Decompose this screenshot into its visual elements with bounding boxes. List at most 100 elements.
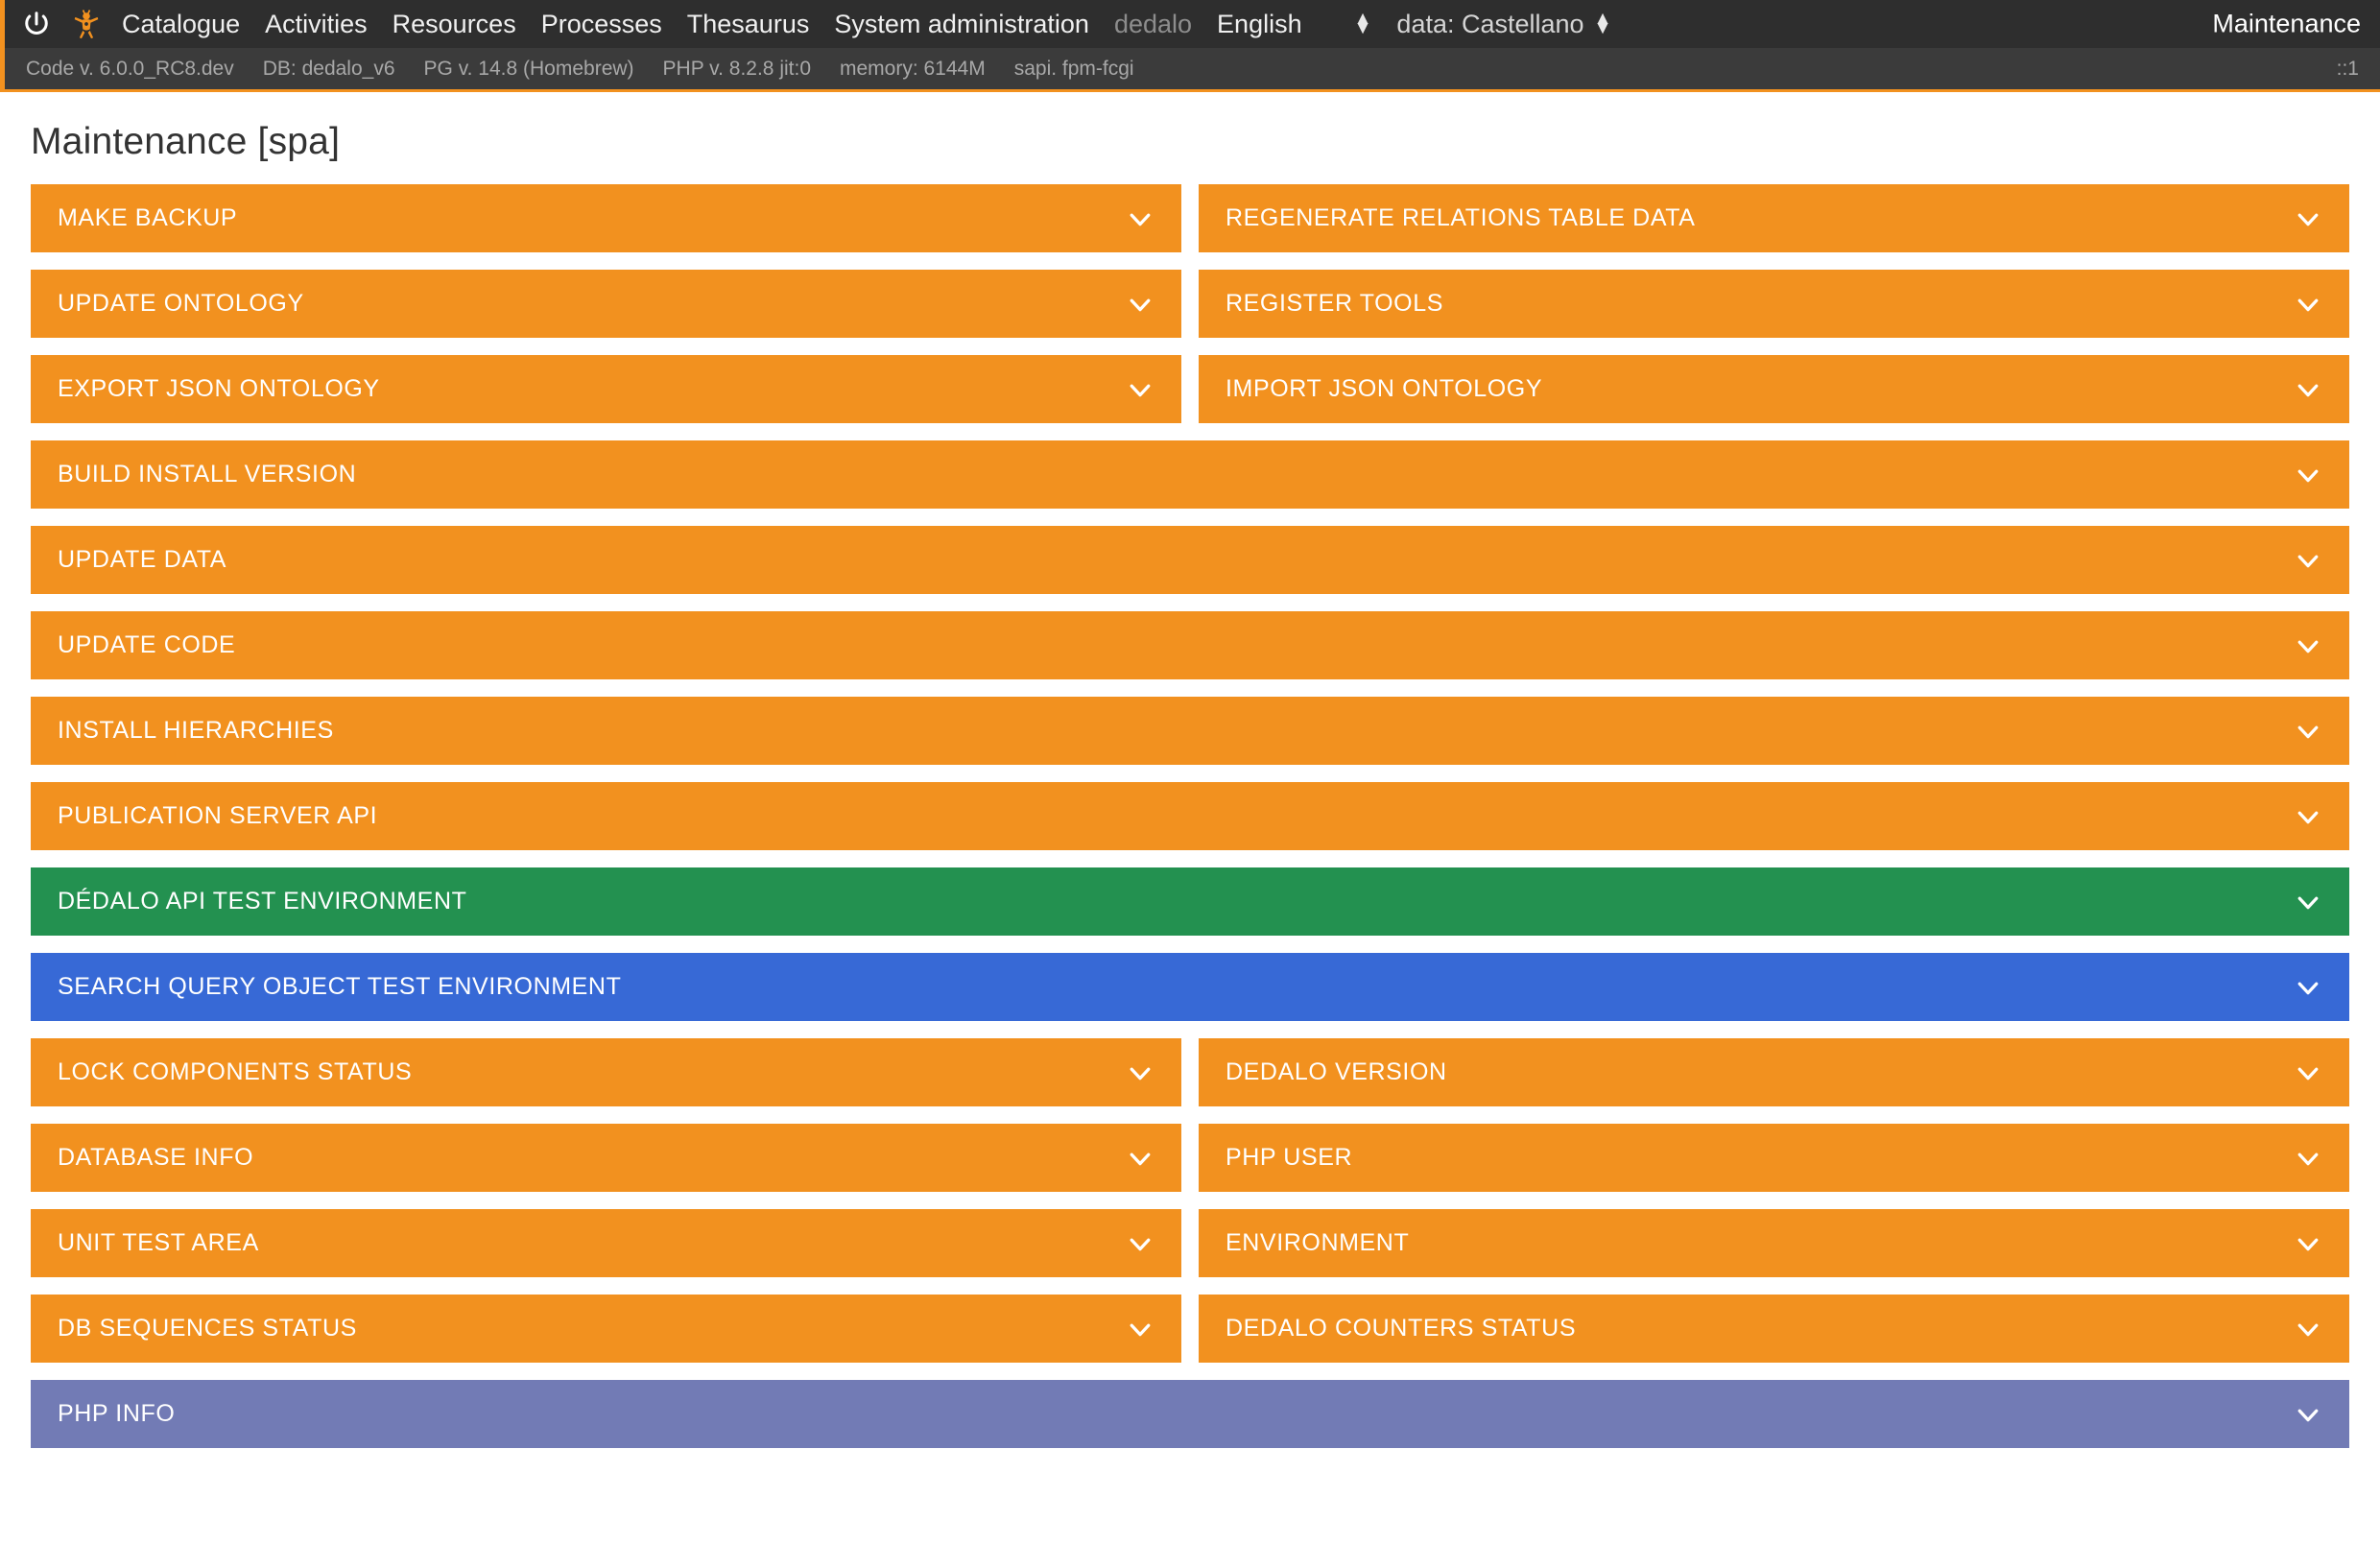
chevron-down-icon[interactable] — [2292, 1398, 2324, 1431]
info-postgres-version: PG v. 14.8 (Homebrew) — [423, 57, 634, 80]
section-label: IMPORT JSON ONTOLOGY — [1226, 375, 1543, 402]
nav-item-processes[interactable]: Processes — [541, 10, 662, 39]
chevron-down-icon[interactable] — [1124, 202, 1156, 235]
down-caret-glyph: ▼ — [1353, 18, 1372, 38]
info-database-name: DB: dedalo_v6 — [262, 57, 395, 80]
chevron-down-icon[interactable] — [2292, 544, 2324, 577]
chevron-down-icon[interactable] — [2292, 715, 2324, 748]
chevron-down-icon[interactable] — [1124, 1227, 1156, 1260]
maintenance-sections-list: MAKE BACKUP REGENERATE RELATIONS TABLE DA… — [31, 184, 2349, 1465]
section-row: MAKE BACKUP REGENERATE RELATIONS TABLE DA… — [31, 184, 2349, 252]
section-label: EXPORT JSON ONTOLOGY — [58, 375, 380, 402]
chevron-down-icon[interactable] — [2292, 202, 2324, 235]
section-toggle-make-backup[interactable]: MAKE BACKUP — [31, 184, 1181, 252]
data-language-selector[interactable]: data: Castellano ▲ ▼ — [1396, 10, 1611, 39]
section-row: SEARCH QUERY OBJECT TEST ENVIRONMENT — [31, 953, 2349, 1021]
section-label: UPDATE ONTOLOGY — [58, 290, 304, 317]
section-row: PUBLICATION SERVER API — [31, 782, 2349, 850]
section-label: LOCK COMPONENTS STATUS — [58, 1058, 413, 1085]
info-memory-limit: memory: 6144M — [840, 57, 986, 80]
info-php-version: PHP v. 8.2.8 jit:0 — [662, 57, 811, 80]
page-body: Maintenance [spa] MAKE BACKUP REGENERATE … — [0, 92, 2380, 1465]
info-sapi: sapi. fpm-fcgi — [1013, 57, 1134, 80]
section-toggle-php-user[interactable]: PHP USER — [1199, 1124, 2349, 1192]
section-label: PHP INFO — [58, 1400, 176, 1427]
section-label: INSTALL HIERARCHIES — [58, 717, 334, 744]
section-toggle-d-dalo-api-test-environment[interactable]: DÉDALO API TEST ENVIRONMENT — [31, 867, 2349, 936]
section-row: EXPORT JSON ONTOLOGY IMPORT JSON ONTOLOGY — [31, 355, 2349, 423]
info-code-version: Code v. 6.0.0_RC8.dev — [26, 57, 234, 80]
chevron-down-icon[interactable] — [1124, 373, 1156, 406]
language-selector[interactable]: English ▲ ▼ — [1217, 10, 1371, 39]
section-row: UNIT TEST AREA ENVIRONMENT — [31, 1209, 2349, 1277]
nav-item-activities[interactable]: Activities — [265, 10, 368, 39]
chevron-down-icon[interactable] — [2292, 1057, 2324, 1089]
data-language-selector-value: data: Castellano — [1396, 9, 1584, 38]
section-row: UPDATE CODE — [31, 611, 2349, 679]
section-toggle-php-info[interactable]: PHP INFO — [31, 1380, 2349, 1448]
chevron-down-icon[interactable] — [1124, 1057, 1156, 1089]
section-label: MAKE BACKUP — [58, 204, 238, 231]
section-toggle-import-json-ontology[interactable]: IMPORT JSON ONTOLOGY — [1199, 355, 2349, 423]
updown-arrows-icon: ▲ ▼ — [1593, 10, 1612, 38]
section-toggle-dedalo-version[interactable]: DEDALO VERSION — [1199, 1038, 2349, 1106]
system-info-bar: Code v. 6.0.0_RC8.dev DB: dedalo_v6 PG v… — [0, 48, 2380, 92]
nav-item-system-administration[interactable]: System administration — [834, 10, 1089, 39]
page-title: Maintenance [spa] — [31, 121, 341, 162]
section-toggle-search-query-object-test-environment[interactable]: SEARCH QUERY OBJECT TEST ENVIRONMENT — [31, 953, 2349, 1021]
section-label: DÉDALO API TEST ENVIRONMENT — [58, 888, 467, 915]
chevron-down-icon[interactable] — [1124, 1142, 1156, 1175]
section-toggle-update-ontology[interactable]: UPDATE ONTOLOGY — [31, 270, 1181, 338]
section-label: SEARCH QUERY OBJECT TEST ENVIRONMENT — [58, 973, 622, 1000]
chevron-down-icon[interactable] — [2292, 373, 2324, 406]
chevron-down-icon[interactable] — [1124, 1313, 1156, 1345]
power-icon[interactable] — [22, 10, 51, 38]
nav-item-user-dedalo[interactable]: dedalo — [1114, 10, 1192, 39]
current-section-label: Maintenance — [2212, 9, 2361, 38]
section-row: LOCK COMPONENTS STATUS DEDALO VERSION — [31, 1038, 2349, 1106]
section-label: PUBLICATION SERVER API — [58, 802, 378, 829]
section-label: DEDALO COUNTERS STATUS — [1226, 1315, 1577, 1342]
info-client-ip: ::1 — [2336, 57, 2359, 80]
section-toggle-regenerate-relations-table-data[interactable]: REGENERATE RELATIONS TABLE DATA — [1199, 184, 2349, 252]
nav-item-resources[interactable]: Resources — [393, 10, 516, 39]
nav-item-catalogue[interactable]: Catalogue — [122, 10, 240, 39]
section-toggle-update-code[interactable]: UPDATE CODE — [31, 611, 2349, 679]
section-toggle-database-info[interactable]: DATABASE INFO — [31, 1124, 1181, 1192]
section-label: REGISTER TOOLS — [1226, 290, 1443, 317]
chevron-down-icon[interactable] — [2292, 1142, 2324, 1175]
section-label: ENVIRONMENT — [1226, 1229, 1410, 1256]
chevron-down-icon[interactable] — [2292, 886, 2324, 918]
down-caret-glyph: ▼ — [1593, 18, 1612, 38]
chevron-down-icon[interactable] — [2292, 800, 2324, 833]
section-toggle-publication-server-api[interactable]: PUBLICATION SERVER API — [31, 782, 2349, 850]
nav-item-thesaurus[interactable]: Thesaurus — [687, 10, 810, 39]
section-label: UNIT TEST AREA — [58, 1229, 259, 1256]
section-row: UPDATE DATA — [31, 526, 2349, 594]
chevron-down-icon[interactable] — [1124, 288, 1156, 321]
section-toggle-register-tools[interactable]: REGISTER TOOLS — [1199, 270, 2349, 338]
section-row: DÉDALO API TEST ENVIRONMENT — [31, 867, 2349, 936]
chevron-down-icon[interactable] — [2292, 288, 2324, 321]
section-toggle-dedalo-counters-status[interactable]: DEDALO COUNTERS STATUS — [1199, 1295, 2349, 1363]
section-row: DATABASE INFO PHP USER — [31, 1124, 2349, 1192]
section-label: BUILD INSTALL VERSION — [58, 461, 357, 487]
chevron-down-icon[interactable] — [2292, 459, 2324, 491]
section-row: PHP INFO — [31, 1380, 2349, 1448]
chevron-down-icon[interactable] — [2292, 971, 2324, 1004]
section-label: DEDALO VERSION — [1226, 1058, 1447, 1085]
section-toggle-update-data[interactable]: UPDATE DATA — [31, 526, 2349, 594]
section-toggle-export-json-ontology[interactable]: EXPORT JSON ONTOLOGY — [31, 355, 1181, 423]
updown-arrows-icon: ▲ ▼ — [1353, 10, 1372, 38]
section-toggle-install-hierarchies[interactable]: INSTALL HIERARCHIES — [31, 697, 2349, 765]
dedalo-logo-icon[interactable] — [72, 9, 101, 39]
chevron-down-icon[interactable] — [2292, 1313, 2324, 1345]
section-label: DATABASE INFO — [58, 1144, 254, 1171]
chevron-down-icon[interactable] — [2292, 630, 2324, 662]
section-toggle-unit-test-area[interactable]: UNIT TEST AREA — [31, 1209, 1181, 1277]
chevron-down-icon[interactable] — [2292, 1227, 2324, 1260]
section-toggle-lock-components-status[interactable]: LOCK COMPONENTS STATUS — [31, 1038, 1181, 1106]
section-toggle-build-install-version[interactable]: BUILD INSTALL VERSION — [31, 440, 2349, 509]
section-toggle-environment[interactable]: ENVIRONMENT — [1199, 1209, 2349, 1277]
section-toggle-db-sequences-status[interactable]: DB SEQUENCES STATUS — [31, 1295, 1181, 1363]
